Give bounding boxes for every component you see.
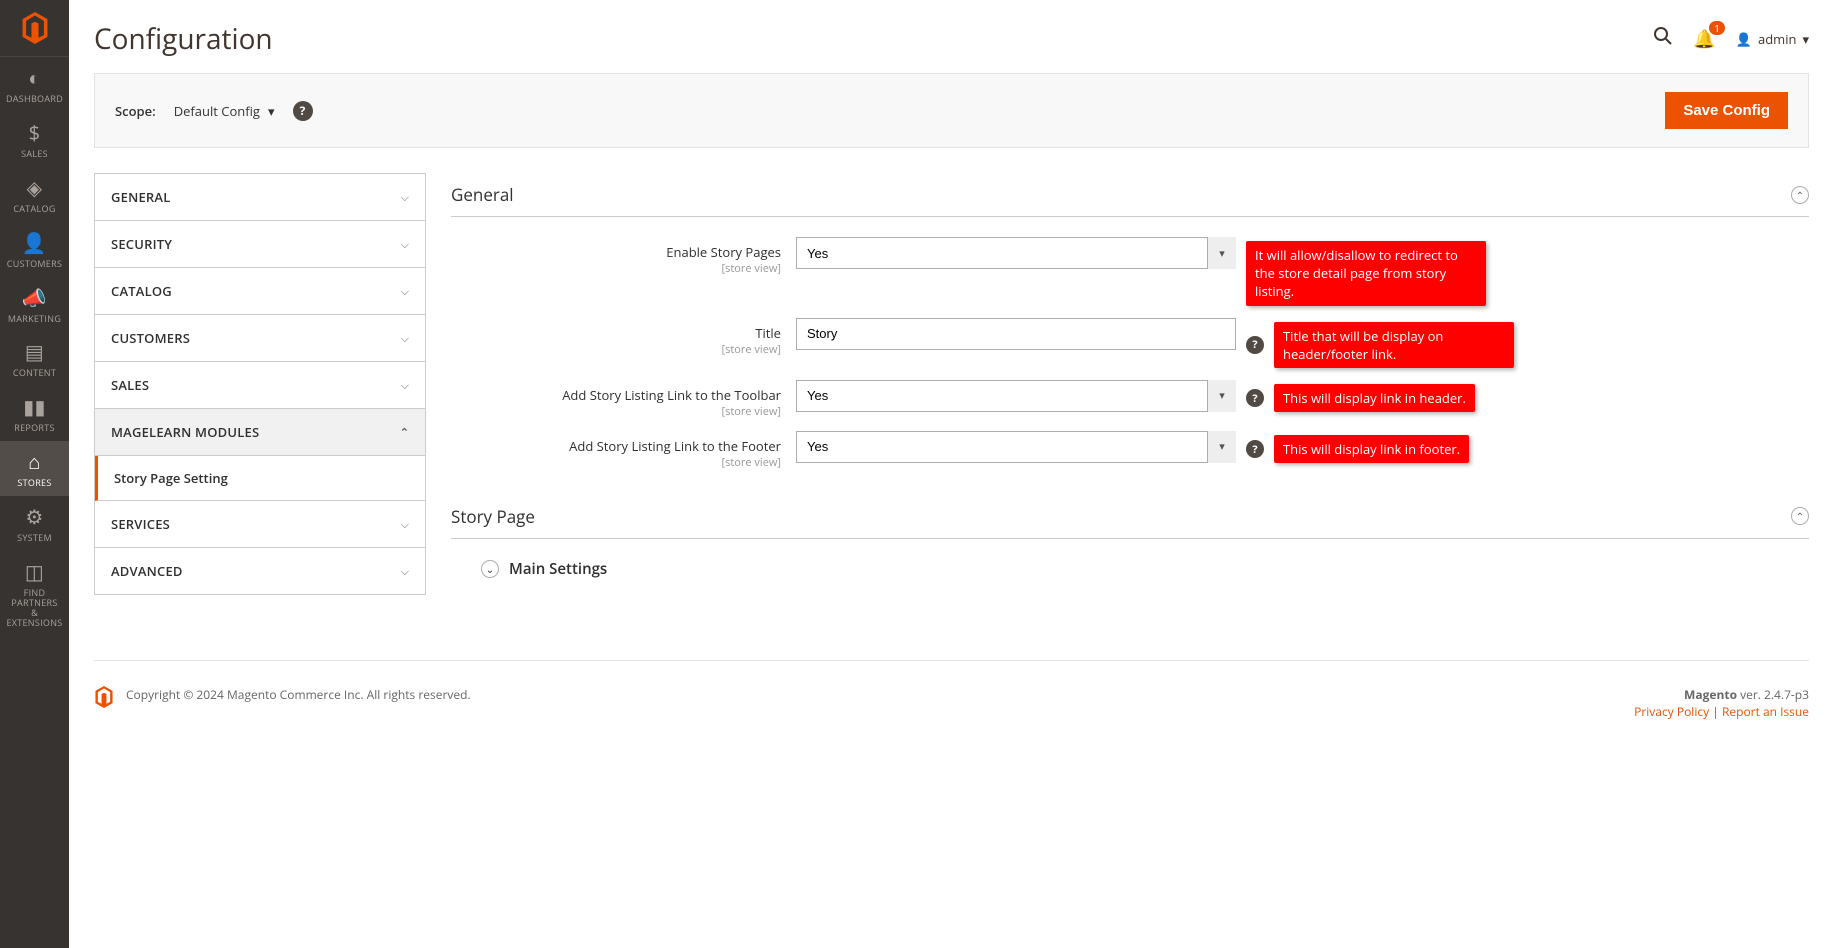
chevron-down-icon: ⌵ [401,564,409,579]
search-icon[interactable] [1653,26,1673,52]
collapse-icon: ⌃ [1791,186,1809,204]
dashboard-icon: ◐ [28,67,40,89]
bars-icon: ▮▮ [23,396,46,418]
gear-icon: ⚙ [25,506,43,528]
scope-selector[interactable]: Default Config ▾ [174,102,275,120]
footer-help-icon[interactable]: ? [1246,440,1264,458]
subsection-main-settings[interactable]: ⌄ Main Settings [451,559,1809,579]
config-subtab-story-page-setting[interactable]: Story Page Setting [95,456,425,501]
chevron-down-icon: ⌵ [401,378,409,393]
magento-logo[interactable] [0,0,69,57]
cube-icon: ◈ [27,177,43,199]
magento-logo-footer [94,686,114,712]
config-tab-sales[interactable]: SALES⌵ [95,362,425,409]
field-title: Title [store view] ? Title that will be … [451,318,1809,368]
collapse-icon: ⌃ [1791,507,1809,525]
field-footer-link: Add Story Listing Link to the Footer [st… [451,431,1809,470]
sidebar-item-customers[interactable]: 👤CUSTOMERS [0,222,69,277]
notifications-icon[interactable]: 🔔1 [1693,27,1715,51]
topbar: Configuration 🔔1 👤 admin ▾ [69,0,1834,73]
enable-story-pages-select[interactable]: Yes [796,237,1236,269]
page-footer: Copyright © 2024 Magento Commerce Inc. A… [94,660,1809,720]
sidebar-item-marketing[interactable]: 📣MARKETING [0,277,69,332]
title-input[interactable] [796,318,1236,350]
admin-sidebar: ◐DASHBOARD $SALES ◈CATALOG 👤CUSTOMERS 📣M… [0,0,69,948]
config-tab-customers[interactable]: CUSTOMERS⌵ [95,315,425,362]
config-tab-general[interactable]: GENERAL⌵ [95,174,425,221]
megaphone-icon: 📣 [22,287,47,309]
chevron-down-icon: ⌵ [401,331,409,346]
store-icon: ⌂ [28,451,40,473]
layers-icon: ▤ [25,341,44,363]
sidebar-item-catalog[interactable]: ◈CATALOG [0,167,69,222]
person-icon: 👤 [22,232,47,254]
callout-enable: It will allow/disallow to redirect to th… [1246,241,1486,306]
chevron-down-icon: ⌵ [401,237,409,252]
section-story-page-header[interactable]: Story Page ⌃ [451,495,1809,539]
sidebar-item-sales[interactable]: $SALES [0,112,69,167]
save-config-button[interactable]: Save Config [1665,92,1788,129]
toolbar-help-icon[interactable]: ? [1246,389,1264,407]
sidebar-item-find-partners[interactable]: ◫FIND PARTNERS & EXTENSIONS [0,551,69,636]
report-issue-link[interactable]: Report an Issue [1722,703,1809,720]
config-form-area: General ⌃ Enable Story Pages [store view… [451,173,1809,579]
sidebar-item-reports[interactable]: ▮▮REPORTS [0,386,69,441]
sidebar-item-stores[interactable]: ⌂STORES [0,441,69,496]
config-tab-security[interactable]: SECURITY⌵ [95,221,425,268]
handshake-icon: ◫ [25,561,44,583]
config-tab-services[interactable]: SERVICES⌵ [95,501,425,548]
config-tab-catalog[interactable]: CATALOG⌵ [95,268,425,315]
config-tab-advanced[interactable]: ADVANCED⌵ [95,548,425,594]
scope-help-icon[interactable]: ? [293,101,313,121]
chevron-down-icon: ⌵ [401,190,409,205]
title-help-icon[interactable]: ? [1246,336,1264,354]
notification-badge: 1 [1709,21,1725,35]
user-icon: 👤 [1736,30,1752,48]
page-title: Configuration [94,20,1653,58]
expand-icon: ⌄ [481,560,499,578]
scope-bar: Scope: Default Config ▾ ? Save Config [94,73,1809,148]
chevron-down-icon: ▾ [268,102,275,120]
sidebar-item-content[interactable]: ▤CONTENT [0,331,69,386]
chevron-down-icon: ▾ [1802,30,1809,48]
chevron-down-icon: ⌵ [401,517,409,532]
sidebar-item-dashboard[interactable]: ◐DASHBOARD [0,57,69,112]
dollar-icon: $ [29,122,41,144]
chevron-down-icon: ⌵ [401,284,409,299]
privacy-policy-link[interactable]: Privacy Policy [1634,703,1709,720]
chevron-up-icon: ⌃ [400,425,409,440]
footer-link-select[interactable]: Yes [796,431,1236,463]
field-enable-story-pages: Enable Story Pages [store view] Yes It w… [451,237,1809,306]
copyright-text: Copyright © 2024 Magento Commerce Inc. A… [126,686,471,703]
callout-toolbar: This will display link in header. [1274,384,1475,412]
callout-footer: This will display link in footer. [1274,435,1469,463]
toolbar-link-select[interactable]: Yes [796,380,1236,412]
field-toolbar-link: Add Story Listing Link to the Toolbar [s… [451,380,1809,419]
config-tab-magelearn-modules[interactable]: MAGELEARN MODULES⌃ [95,409,425,456]
callout-title: Title that will be display on header/foo… [1274,322,1514,368]
scope-label: Scope: [115,102,156,120]
sidebar-item-system[interactable]: ⚙SYSTEM [0,496,69,551]
config-tabs: GENERAL⌵ SECURITY⌵ CATALOG⌵ CUSTOMERS⌵ S… [94,173,426,595]
admin-account-dropdown[interactable]: 👤 admin ▾ [1736,30,1809,48]
section-general-header[interactable]: General ⌃ [451,173,1809,217]
